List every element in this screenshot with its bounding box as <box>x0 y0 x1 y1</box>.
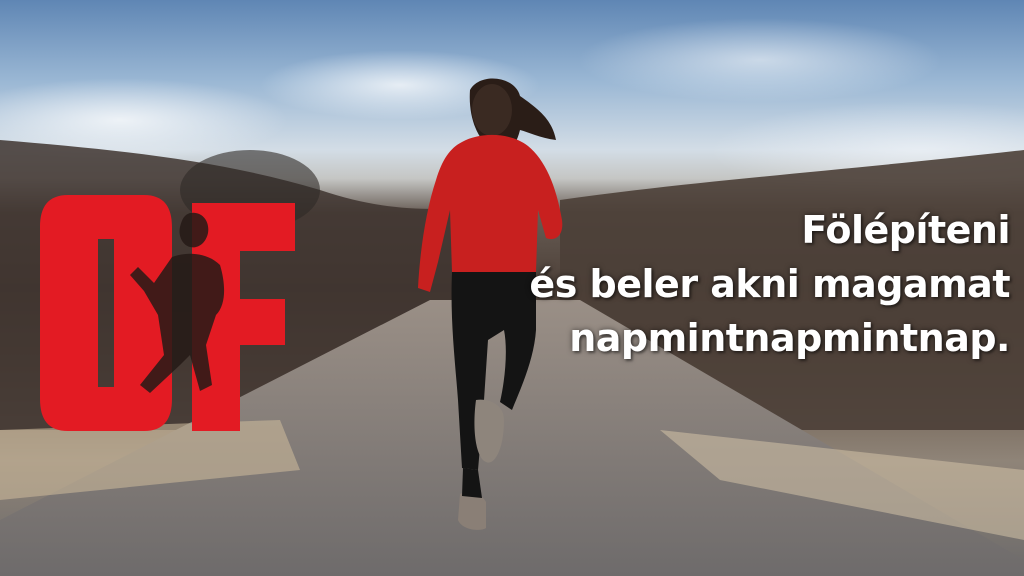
photo-background: Fölépíteni és beler akni magamat napmint… <box>0 0 1024 576</box>
tagline-line-1: Fölépíteni <box>801 208 1010 252</box>
tagline-line-2: és beler akni magamat <box>529 262 1010 306</box>
motivational-tagline: Fölépíteni és beler akni magamat napmint… <box>529 208 1010 370</box>
of-logo <box>40 195 295 431</box>
tagline-line-3: napmintnapmintnap. <box>569 316 1010 360</box>
